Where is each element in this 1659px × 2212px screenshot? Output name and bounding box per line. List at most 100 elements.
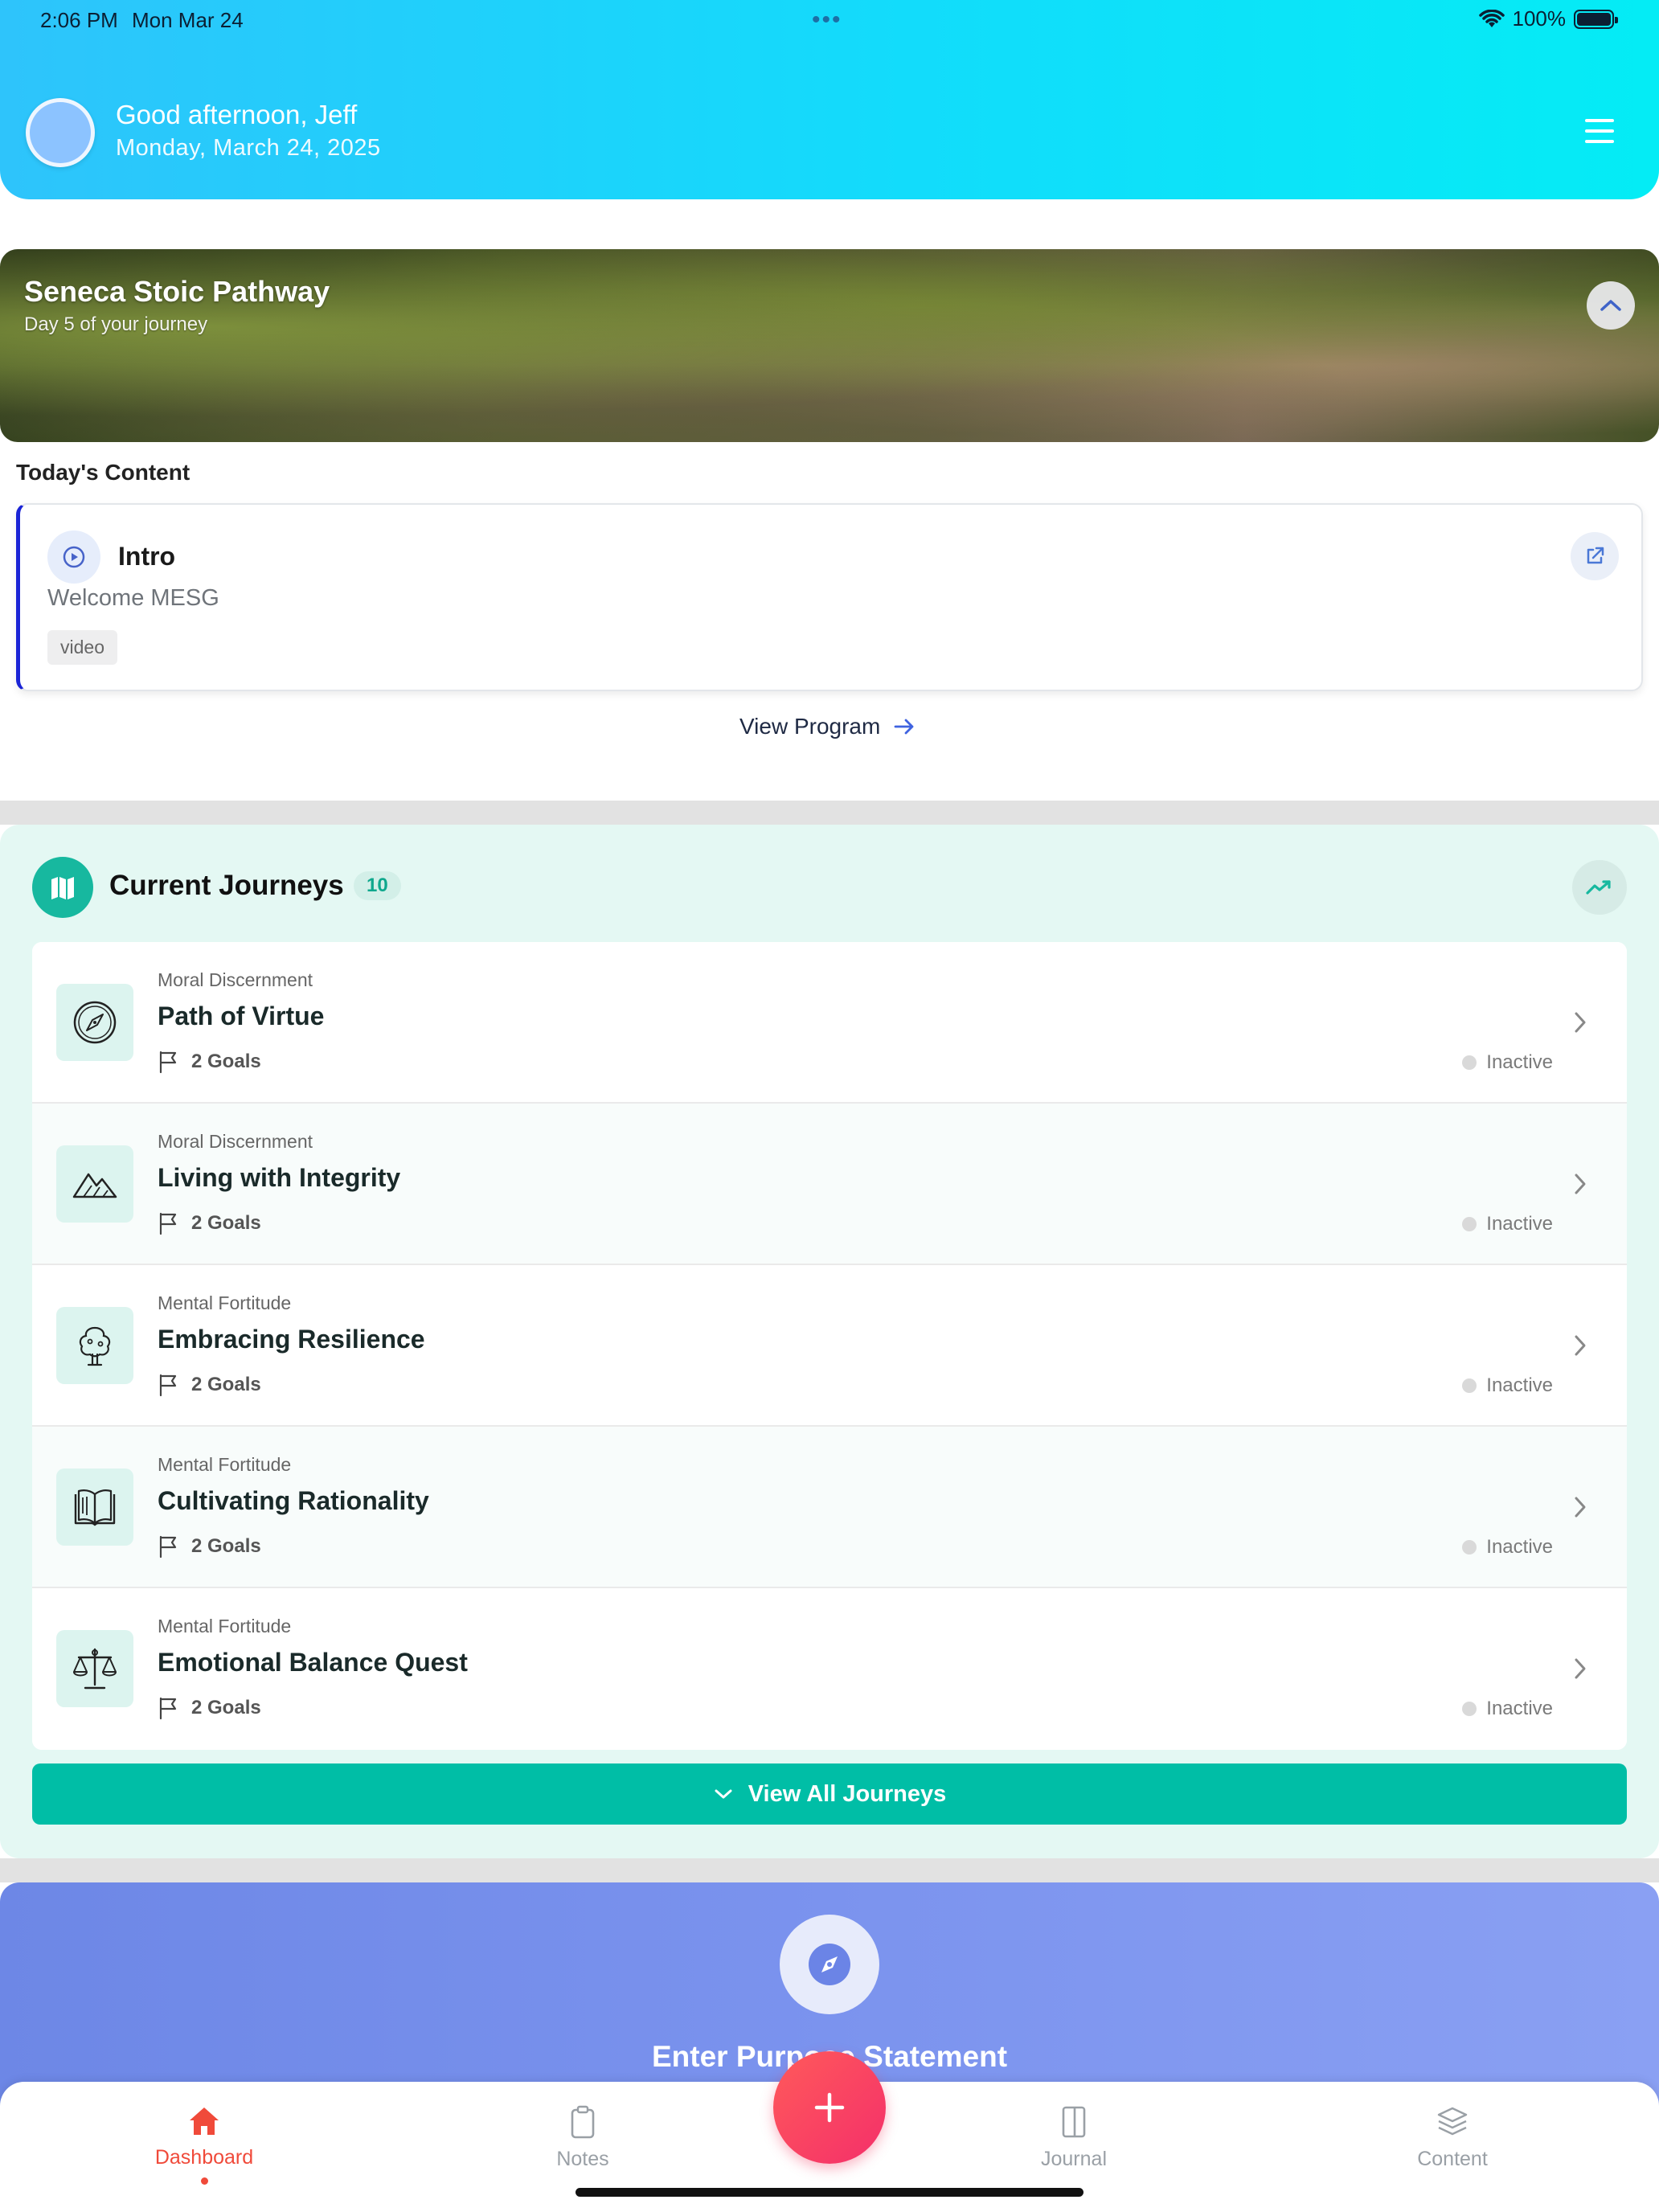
journey-item-living-with-integrity[interactable]: Moral Discernment Living with Integrity … [32,1104,1627,1265]
status-badge: Inactive [1462,1051,1553,1074]
flag-icon [159,1535,177,1559]
status-text: Inactive [1486,1536,1553,1558]
status-text: Inactive [1486,1051,1553,1073]
journeys-count-badge: 10 [354,871,401,900]
status-badge: Inactive [1462,1536,1553,1559]
greeting: Good afternoon, Jeff [116,100,358,129]
journey-goals-label: 2 Goals [191,1374,261,1395]
journey-item-emotional-balance-quest[interactable]: Mental Fortitude Emotional Balance Quest… [32,1588,1627,1750]
journey-category: Mental Fortitude [158,1292,292,1313]
flag-icon [159,1697,177,1720]
journey-goals-label: 2 Goals [191,1212,261,1234]
view-program-link[interactable]: View Program [739,714,916,739]
pathway-banner[interactable]: Seneca Stoic Pathway Day 5 of your journ… [0,249,1659,442]
home-indicator[interactable] [576,2188,1083,2197]
journey-category: Moral Discernment [158,1131,313,1152]
arrow-right-icon [894,719,914,735]
external-link-icon [1587,547,1604,564]
tab-label: Journal [1041,2148,1107,2170]
journey-item-path-of-virtue[interactable]: Moral Discernment Path of Virtue 2 Goals… [32,942,1627,1104]
scale-icon [56,1630,133,1707]
journey-item-cultivating-rationality[interactable]: Mental Fortitude Cultivating Rationality… [32,1427,1627,1588]
tab-label: Notes [556,2148,609,2170]
content-title: Intro [118,542,176,571]
home-icon [190,2108,219,2135]
status-badge: Inactive [1462,1698,1553,1720]
current-date: Monday, March 24, 2025 [116,135,381,161]
journey-goals: 2 Goals [158,1373,261,1397]
section-divider [0,801,1659,825]
book-icon [56,1469,133,1546]
journey-goals: 2 Goals [158,1534,261,1559]
tab-label: Content [1417,2148,1488,2170]
compass-icon [56,984,133,1061]
add-button[interactable] [773,2051,886,2164]
trending-up-icon [1586,880,1611,895]
section-divider [0,1858,1659,1882]
journey-category: Mental Fortitude [158,1616,292,1636]
layers-icon [1437,2107,1468,2136]
todays-content-label: Today's Content [16,460,190,485]
journal-icon [1062,2106,1086,2138]
compass-icon[interactable] [780,1915,879,2014]
tab-notes[interactable]: Notes [502,2104,663,2171]
chevron-up-icon [1600,300,1621,311]
content-card[interactable]: Intro Welcome MESG video [16,503,1643,691]
status-time: 2:06 PM [40,8,118,32]
status-badge: Inactive [1462,1374,1553,1397]
chevron-right-icon [1575,1658,1586,1679]
pathway-subtitle: Day 5 of your journey [24,313,208,335]
map-icon [32,857,93,918]
view-all-journeys-label: View All Journeys [748,1780,947,1807]
journey-goals-label: 2 Goals [191,1535,261,1557]
status-date: Mon Mar 24 [132,8,244,32]
collapse-button[interactable] [1587,281,1635,330]
journey-name: Emotional Balance Quest [158,1648,468,1677]
hamburger-menu-icon[interactable] [1585,119,1614,143]
flag-icon [159,1051,177,1074]
flag-icon [159,1374,177,1397]
journey-item-embracing-resilience[interactable]: Mental Fortitude Embracing Resilience 2 … [32,1265,1627,1427]
multitasking-dots[interactable]: ••• [812,6,842,34]
view-all-journeys-button[interactable]: View All Journeys [32,1763,1627,1825]
current-journeys-section: Current Journeys 10 Moral Discernment Pa… [0,825,1659,1858]
app-header: 2:06 PM Mon Mar 24 ••• 100% Good afterno… [0,0,1659,199]
chevron-right-icon [1575,1497,1586,1518]
chevron-right-icon [1575,1174,1586,1194]
status-text: Inactive [1486,1374,1553,1396]
journey-category: Mental Fortitude [158,1454,292,1475]
journey-name: Path of Virtue [158,1002,325,1030]
play-icon[interactable] [47,530,100,584]
tab-dashboard[interactable]: Dashboard [124,2104,285,2185]
tree-icon [56,1307,133,1384]
battery-icon [1574,9,1618,29]
status-text: Inactive [1486,1213,1553,1235]
journey-name: Cultivating Rationality [158,1486,429,1515]
trending-button[interactable] [1572,860,1627,915]
chevron-down-icon [715,1789,732,1799]
tab-journal[interactable]: Journal [993,2104,1154,2171]
chevron-right-icon [1575,1335,1586,1356]
active-indicator [200,2177,208,2185]
flag-icon [159,1212,177,1235]
journey-goals: 2 Goals [158,1696,261,1720]
journey-goals-label: 2 Goals [191,1051,261,1072]
view-program-label: View Program [739,714,881,739]
journey-goals-label: 2 Goals [191,1697,261,1718]
external-link-button[interactable] [1571,532,1619,580]
plus-icon [814,2092,845,2123]
mountain-icon [56,1145,133,1223]
journey-name: Embracing Resilience [158,1325,425,1354]
status-text: Inactive [1486,1698,1553,1719]
journeys-title: Current Journeys [109,870,344,901]
battery-percent: 100% [1512,6,1567,31]
clipboard-icon [571,2105,595,2139]
journey-name: Living with Integrity [158,1163,401,1192]
content-subtitle: Welcome MESG [47,585,219,611]
avatar[interactable] [26,98,95,167]
pathway-title: Seneca Stoic Pathway [24,275,330,308]
journey-category: Moral Discernment [158,969,313,990]
tab-content[interactable]: Content [1372,2104,1533,2171]
chevron-right-icon [1575,1012,1586,1033]
journey-list: Moral Discernment Path of Virtue 2 Goals… [32,942,1627,1750]
